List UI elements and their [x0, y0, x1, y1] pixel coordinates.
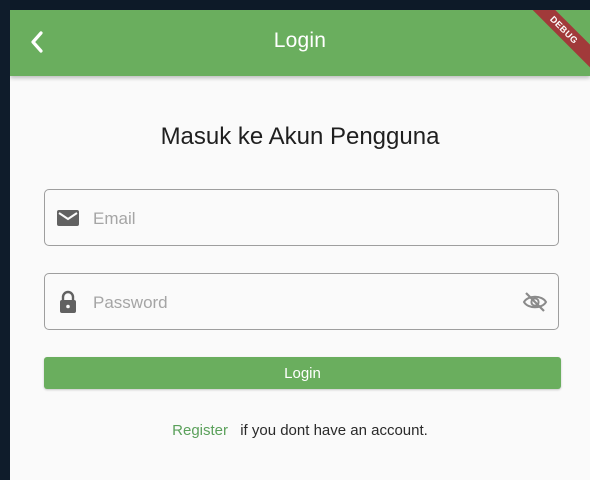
- email-input[interactable]: [91, 190, 515, 247]
- password-field[interactable]: [44, 273, 559, 331]
- lock-icon: [56, 290, 80, 314]
- login-button[interactable]: Login: [44, 357, 561, 389]
- window-left-edge: [0, 0, 10, 480]
- password-input[interactable]: [91, 274, 515, 331]
- email-field[interactable]: [44, 189, 559, 247]
- register-link[interactable]: Register: [172, 422, 228, 439]
- register-prompt: Register if you dont have an account.: [10, 422, 590, 439]
- visibility-off-icon[interactable]: [522, 290, 548, 314]
- register-text: if you dont have an account.: [240, 422, 428, 439]
- window-top-strip: [0, 0, 590, 10]
- app-screen: Login DEBUG Masuk ke Akun Pengguna Email…: [10, 10, 590, 480]
- page-title: Login: [273, 29, 327, 52]
- mail-icon: [56, 206, 80, 230]
- app-bar: Login DEBUG: [10, 10, 590, 79]
- form-heading: Masuk ke Akun Pengguna: [160, 123, 440, 150]
